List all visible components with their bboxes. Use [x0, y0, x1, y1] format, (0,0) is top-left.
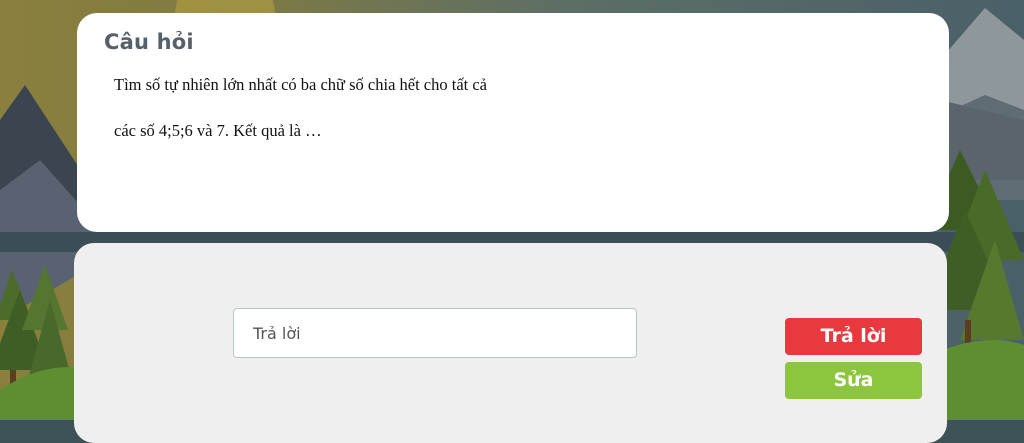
- submit-answer-button[interactable]: Trả lời: [785, 318, 922, 355]
- question-card: Câu hỏi Tìm số tự nhiên lớn nhất có ba c…: [77, 13, 949, 232]
- question-title: Câu hỏi: [104, 30, 194, 54]
- answer-input[interactable]: [233, 308, 637, 358]
- answer-panel: Trả lời Sửa: [74, 243, 947, 443]
- edit-answer-button[interactable]: Sửa: [785, 362, 922, 399]
- question-text-line-1: Tìm số tự nhiên lớn nhất có ba chữ số ch…: [114, 75, 488, 94]
- question-text-line-2: các số 4;5;6 và 7. Kết quả là …: [114, 121, 322, 140]
